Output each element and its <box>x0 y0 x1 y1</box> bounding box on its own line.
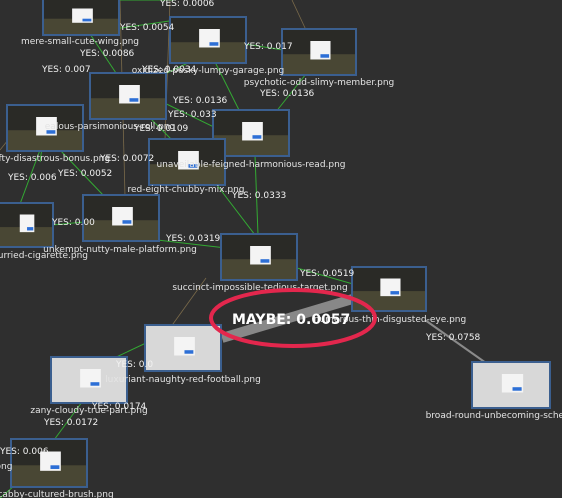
node-label: luxuriant-naughty-red-football.png <box>105 375 261 385</box>
node-label: unaveilable-feigned-harmonious-read.png <box>156 160 345 170</box>
node-garage[interactable] <box>169 16 247 64</box>
node-broad[interactable] <box>471 361 551 409</box>
thumbnail-button <box>260 259 270 263</box>
node-football[interactable] <box>144 324 222 372</box>
edge-label: YES: 0.0034 <box>141 65 197 75</box>
thumbnail-button <box>209 42 219 46</box>
node-center[interactable] <box>89 72 167 120</box>
thumbnail-button <box>122 220 132 224</box>
node-label: y-scabby-cultured-brush.png <box>0 490 114 498</box>
maybe-edge-label: MAYBE: 0.0057 <box>232 312 350 328</box>
faint-link <box>291 0 307 31</box>
node-scabby[interactable] <box>10 438 88 488</box>
thumbnail-button <box>390 291 400 295</box>
node-label: psychotic-odd-slimy-member.png <box>244 78 395 88</box>
edge-label: YES: 0.017 <box>243 42 293 52</box>
edge-label: YES: 0.006 <box>0 447 49 457</box>
node-succinct[interactable] <box>220 233 298 281</box>
edge-label: YES: 0.0 <box>115 360 153 370</box>
thumbnail-button <box>82 18 92 22</box>
edge-label: YES: 0.0333 <box>231 191 286 201</box>
thumbnail-button <box>90 382 100 386</box>
edge-label: YES: 0.007 <box>41 65 91 75</box>
edge-label: YES: 0.0086 <box>79 49 135 59</box>
node-mere[interactable] <box>42 0 120 36</box>
edge-label: YES: 0.0072 <box>99 154 154 164</box>
edge-label: YES: 0.0758 <box>425 333 481 343</box>
edge-label: YES: 0.0136 <box>259 89 315 99</box>
edge-label: YES: 0.0519 <box>299 269 355 279</box>
node-label: mere-small-cute-wing.png <box>21 37 139 47</box>
edge-label: YES: 0.00 <box>51 218 95 228</box>
edge-label: YES: 0.0109 <box>133 124 189 134</box>
node-label: ong <box>0 462 12 472</box>
node-label: unkempt-nutty-male-platform.png <box>43 245 197 255</box>
thumbnail-button <box>129 98 139 102</box>
thumbnail-button <box>27 227 34 231</box>
node-label: red-eight-chubby-mix.png <box>127 185 244 195</box>
thumbnail-button <box>50 465 60 469</box>
edge-label: YES: 0.006 <box>7 173 57 183</box>
edge-label: YES: 0.0174 <box>91 402 147 412</box>
node-label: y-nifty-disastrous-bonus.png <box>0 154 110 164</box>
thumbnail-button <box>512 387 522 391</box>
thumbnail-button <box>252 135 262 139</box>
edge-label: YES: 0.033 <box>167 110 217 120</box>
thumbnail-button <box>320 54 330 58</box>
edge-label: YES: 0.0172 <box>43 418 98 428</box>
graph-canvas: mere-small-cute-wing.pngoxidized-pesky-l… <box>0 0 562 498</box>
edge-label: YES: 0.0052 <box>57 169 112 179</box>
node-hurried[interactable] <box>0 202 54 248</box>
edge-label: YES: 0.0054 <box>119 23 175 33</box>
node-psycho[interactable] <box>281 28 357 76</box>
edge-label: YES: 0.0136 <box>172 96 228 106</box>
thumbnail-button <box>184 350 194 354</box>
node-label: broad-round-unbecoming-scheme.png <box>426 411 562 421</box>
edge-label: YES: 0.0319 <box>165 234 221 244</box>
edge-label: YES: 0.0006 <box>159 0 215 9</box>
